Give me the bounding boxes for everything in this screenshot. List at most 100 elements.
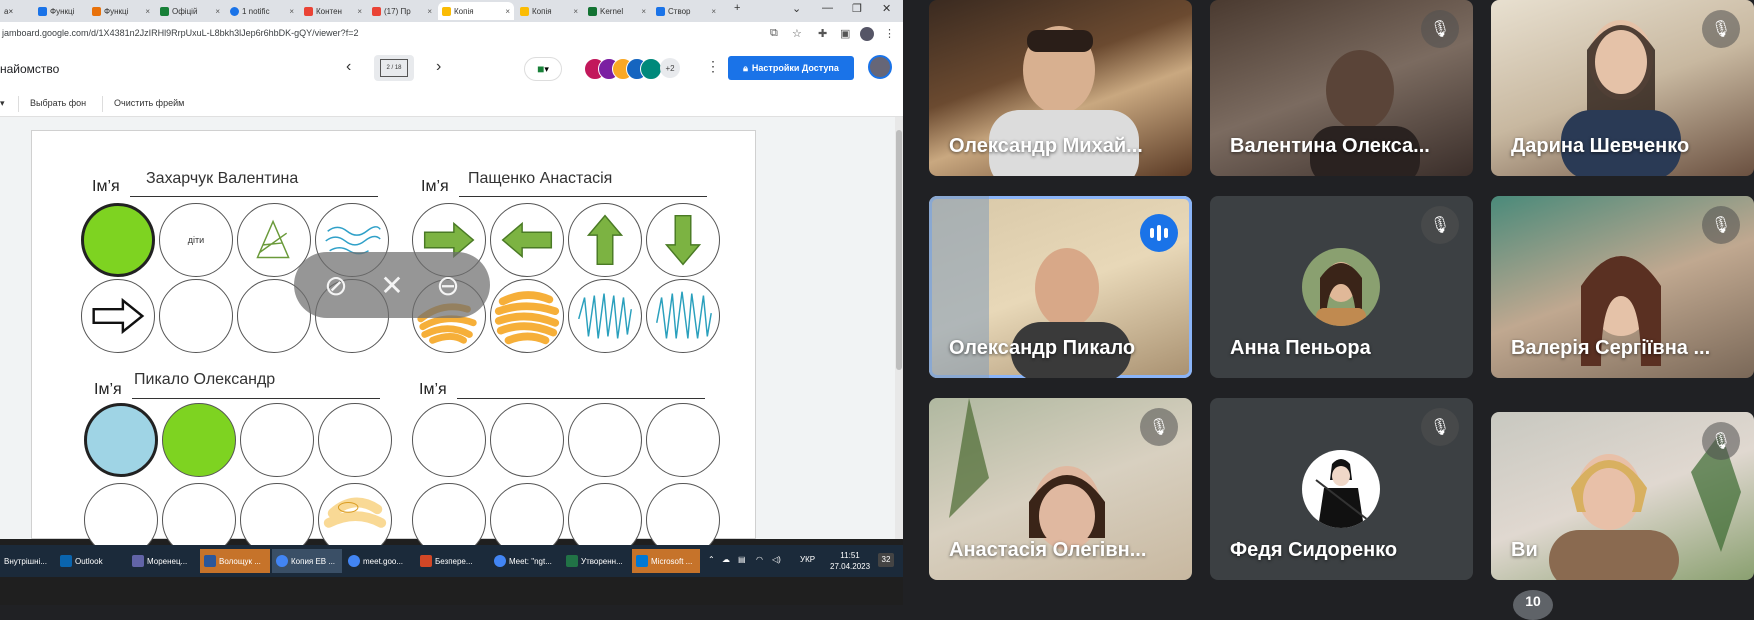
volume-icon[interactable]: ◁)	[772, 555, 781, 564]
more-collaborators-badge[interactable]: +2	[660, 58, 680, 78]
browser-tab-active[interactable]: Копія ×	[438, 2, 514, 20]
taskbar-app[interactable]: Внутрішні...	[0, 549, 52, 573]
share-button[interactable]: 🔒︎ Настройки Доступа	[728, 56, 854, 80]
onedrive-icon[interactable]: ☁	[722, 555, 730, 564]
drawn-circle[interactable]	[646, 403, 720, 477]
participant-tile-speaking[interactable]: Олександр Пикало	[929, 196, 1192, 378]
jamboard-frame[interactable]: Ім’я Захарчук Валентина Ім’я Пащенко Ана…	[31, 130, 756, 557]
notification-badge[interactable]: 32	[878, 553, 894, 567]
sidepanel-icon[interactable]: ▣	[840, 27, 850, 40]
close-icon[interactable]: ×	[289, 7, 294, 16]
drawn-circle[interactable]	[159, 279, 233, 353]
taskbar-app-active[interactable]: Копия ЕВ ...	[272, 549, 342, 573]
browser-tab[interactable]: (17) Пр ×	[368, 2, 436, 20]
open-external-icon[interactable]: ⧉	[770, 27, 778, 40]
window-close-icon[interactable]: ✕	[882, 2, 891, 15]
close-icon[interactable]: ×	[427, 7, 432, 16]
collaborator-avatar[interactable]	[640, 58, 662, 80]
more-participants-badge[interactable]: 10	[1513, 590, 1553, 620]
close-icon[interactable]: ×	[357, 7, 362, 16]
frame-bar-button[interactable]: 2 / 18	[374, 55, 414, 81]
participant-tile[interactable]: Олександр Михай...	[929, 0, 1192, 176]
participant-tile[interactable]: 🎙︎ Анастасія Олегівн...	[929, 398, 1192, 580]
chevron-down-icon[interactable]: ▾	[0, 98, 5, 109]
taskbar-app[interactable]: Microsoft ...	[632, 549, 700, 573]
drawn-circle[interactable]	[490, 403, 564, 477]
next-frame-button[interactable]: ›	[436, 58, 441, 76]
drawn-circle[interactable]	[318, 403, 392, 477]
participant-tile[interactable]: 🎙︎ Федя Сидоренко	[1210, 398, 1473, 580]
taskbar-app[interactable]: meet.goo...	[344, 549, 414, 573]
new-tab-button[interactable]: +	[734, 2, 740, 14]
bookmark-star-icon[interactable]: ☆	[792, 27, 802, 40]
browser-tab[interactable]: Функці ×	[88, 2, 154, 20]
taskbar-app[interactable]: Утворенн...	[562, 549, 630, 573]
mute-off-icon[interactable]: ✕	[380, 269, 403, 302]
minimize-icon[interactable]: —	[822, 2, 833, 14]
participant-tile[interactable]: 🎙︎ Валентина Олекса...	[1210, 0, 1473, 176]
drawn-circle[interactable]	[81, 279, 155, 353]
filled-circle-blue[interactable]	[84, 403, 158, 477]
browser-menu-icon[interactable]: ⋮	[884, 27, 895, 40]
drawn-circle[interactable]	[412, 403, 486, 477]
vertical-scrollbar[interactable]	[895, 117, 903, 539]
close-icon[interactable]: ×	[505, 7, 510, 16]
participant-tile-self[interactable]: 🎙︎ Ви	[1491, 412, 1754, 580]
network-icon[interactable]: ▤	[738, 555, 746, 564]
outlook-icon	[60, 555, 72, 567]
scrollbar-thumb[interactable]	[896, 130, 902, 370]
tray-chevron-icon[interactable]: ⌃	[708, 555, 715, 564]
document-title[interactable]: найомство	[0, 62, 59, 76]
taskbar-app[interactable]: Волощук ...	[200, 549, 270, 573]
browser-tab[interactable]: Створ ×	[652, 2, 720, 20]
browser-tab[interactable]: 1 notific ×	[226, 2, 298, 20]
taskbar-app[interactable]: Outlook	[56, 549, 124, 573]
drawn-circle[interactable]	[568, 279, 642, 353]
arrow-right-outline-icon	[92, 297, 145, 335]
close-icon[interactable]: ×	[573, 7, 578, 16]
browser-tab[interactable]: Контен ×	[300, 2, 366, 20]
filled-circle-green[interactable]	[81, 203, 155, 277]
more-options-icon[interactable]: ⋮	[706, 58, 720, 75]
account-avatar[interactable]	[868, 55, 892, 79]
participant-tile[interactable]: 🎙︎ Валерія Сергіївна ...	[1491, 196, 1754, 378]
participant-tile[interactable]: 🎙︎ Анна Пеньора	[1210, 196, 1473, 378]
prev-frame-button[interactable]: ‹	[346, 58, 351, 76]
drawn-circle[interactable]	[646, 279, 720, 353]
taskbar-clock[interactable]: 11:51 27.04.2023	[830, 550, 870, 572]
drawn-circle[interactable]: діти	[159, 203, 233, 277]
name-underline	[457, 398, 705, 399]
participant-tile[interactable]: 🎙︎ Дарина Шевченко	[1491, 0, 1754, 176]
drawn-circle[interactable]	[568, 403, 642, 477]
maximize-icon[interactable]: ❐	[852, 2, 862, 15]
profile-icon[interactable]	[860, 27, 874, 41]
drawn-circle[interactable]	[568, 203, 642, 277]
taskbar-app[interactable]: Meet: "ngt...	[490, 549, 560, 573]
browser-tab[interactable]: Kernel ×	[584, 2, 650, 20]
browser-tab[interactable]: Функці	[34, 2, 86, 20]
taskbar-app[interactable]: Моренец...	[128, 549, 198, 573]
browser-tab[interactable]: а×	[0, 2, 32, 20]
clear-frame-button[interactable]: Очистить фрейм	[114, 98, 184, 108]
browser-tab[interactable]: Копія ×	[516, 2, 582, 20]
set-background-button[interactable]: Выбрать фон	[30, 98, 86, 108]
drawn-circle[interactable]	[490, 279, 564, 353]
close-icon[interactable]: ×	[641, 7, 646, 16]
language-indicator[interactable]: УКР	[800, 555, 815, 564]
url-field[interactable]: jamboard.google.com/d/1X4381n2JzIRHl9Rrp…	[2, 28, 358, 38]
close-icon[interactable]: ×	[711, 7, 716, 16]
remove-icon[interactable]: ⊖	[436, 269, 459, 302]
wifi-icon[interactable]: ◠	[756, 555, 763, 564]
extensions-icon[interactable]: ✚	[818, 27, 827, 40]
browser-tab[interactable]: Офіцій ×	[156, 2, 224, 20]
tab-search-icon[interactable]: ⌄	[792, 2, 801, 15]
pin-off-icon[interactable]: ⊘	[324, 269, 347, 302]
taskbar-app[interactable]: Безпере...	[416, 549, 488, 573]
drawn-circle[interactable]	[240, 403, 314, 477]
drawn-circle[interactable]	[490, 203, 564, 277]
close-icon[interactable]: ×	[145, 7, 150, 16]
drawn-circle[interactable]	[646, 203, 720, 277]
filled-circle-green[interactable]	[162, 403, 236, 477]
close-icon[interactable]: ×	[215, 7, 220, 16]
meet-present-button[interactable]: ■ ▾	[524, 57, 562, 81]
